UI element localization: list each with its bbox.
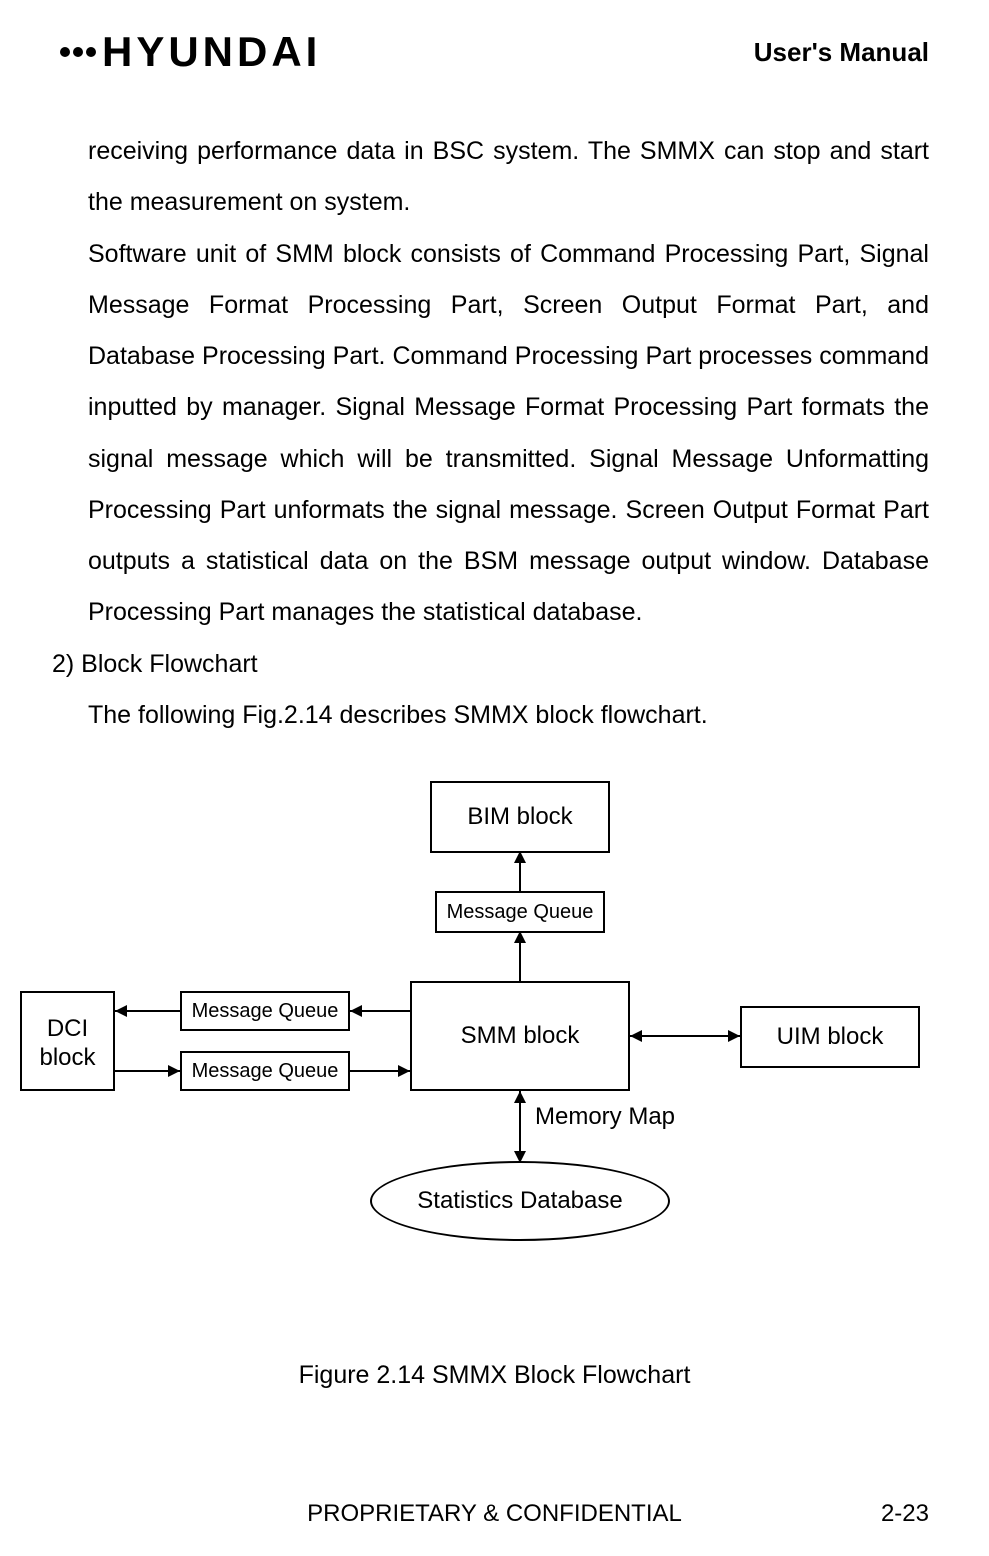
statistics-database-ellipse: Statistics Database [370, 1161, 670, 1241]
brand-text: HYUNDAI [102, 28, 321, 76]
footer-confidential: PROPRIETARY & CONFIDENTIAL [0, 1500, 989, 1528]
message-queue-left-upper-box: Message Queue [180, 991, 350, 1031]
figure-caption: Figure 2.14 SMMX Block Flowchart [60, 1361, 929, 1390]
uim-block-box: UIM block [740, 1006, 920, 1068]
block-flowchart-diagram: BIM block Message Queue SMM block DCI bl… [60, 781, 930, 1301]
brand-logo: HYUNDAI [60, 28, 321, 76]
section-intro: The following Fig.2.14 describes SMMX bl… [88, 690, 929, 741]
message-queue-top-box: Message Queue [435, 891, 605, 933]
section-heading: 2) Block Flowchart [52, 639, 929, 690]
bim-block-box: BIM block [430, 781, 610, 853]
smm-block-box: SMM block [410, 981, 630, 1091]
paragraph-1: receiving performance data in BSC system… [88, 126, 929, 229]
document-title: User's Manual [754, 37, 929, 68]
message-queue-left-lower-box: Message Queue [180, 1051, 350, 1091]
page-number: 2-23 [881, 1500, 929, 1528]
paragraph-2: Software unit of SMM block consists of C… [88, 229, 929, 639]
memory-map-label: Memory Map [535, 1103, 675, 1131]
dci-block-box: DCI block [20, 991, 115, 1091]
